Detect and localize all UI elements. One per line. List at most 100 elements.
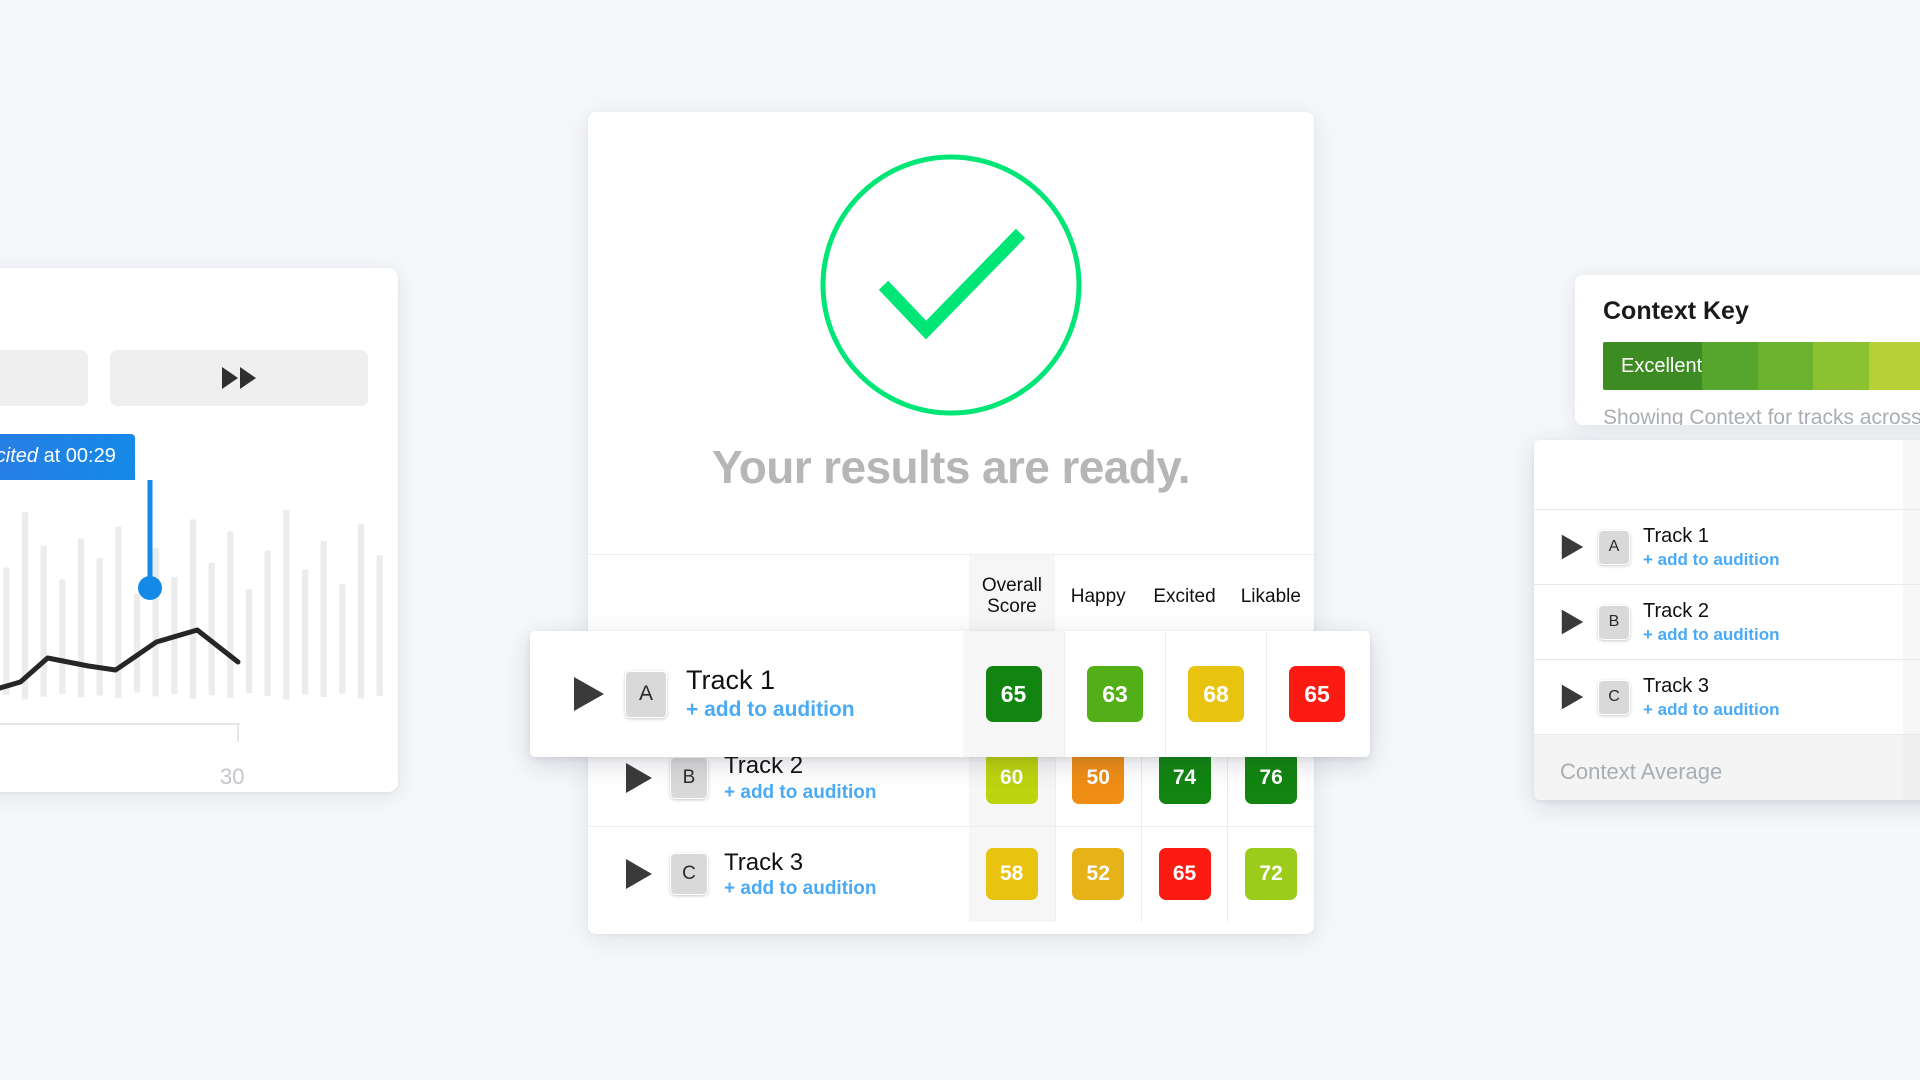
track-name: Track 3	[724, 848, 804, 876]
track-text: Track 1 + add to audition	[686, 665, 855, 722]
distribution-bar	[208, 562, 215, 696]
add-to-audition-link[interactable]: + add to audition	[1643, 625, 1779, 645]
score-badge: 72	[1245, 848, 1298, 901]
table-row[interactable]: C Track 3 + add to audition 58 52 65 72	[588, 826, 1314, 923]
context-table-body: A Track 1 + add to audition 65 63 B Trac…	[1534, 509, 1920, 800]
play-icon[interactable]	[572, 675, 606, 713]
score-badge: 58	[985, 848, 1038, 901]
add-to-audition-link[interactable]: + add to audition	[686, 698, 855, 722]
track-name: Track 2	[1643, 599, 1709, 622]
context-header-row: Overall Score Ha	[1534, 440, 1920, 510]
score-badge: 65	[1158, 848, 1211, 901]
distribution-bar	[320, 541, 327, 697]
track-cell: A Track 1 + add to audition	[530, 665, 855, 722]
col-excited: Excited	[1153, 585, 1216, 607]
score-badge: 65	[1289, 666, 1345, 722]
distribution-bar	[40, 545, 47, 697]
col-happy: Happy	[1070, 585, 1126, 607]
ctx-score-cell-overall: 60	[1902, 584, 1920, 660]
engagement-selected-point	[138, 576, 162, 600]
chart-tooltip: gagement for Excited at 00:29	[0, 434, 135, 480]
add-to-audition-link[interactable]: + add to audition	[724, 782, 877, 804]
results-table-head: Overall Score Happy Excited Likable	[588, 555, 1314, 635]
track-name-cell: A Track 1 + add to audition	[1534, 510, 1903, 585]
play-icon[interactable]	[1560, 608, 1585, 636]
highlighted-score-overall: 65	[963, 631, 1064, 757]
add-to-audition-link[interactable]: + add to audition	[1643, 550, 1779, 570]
highlighted-track-row[interactable]: A Track 1 + add to audition 65 63 68 65	[530, 631, 1370, 757]
add-to-audition-link[interactable]: + add to audition	[724, 878, 877, 900]
add-to-audition-link[interactable]: + add to audition	[1643, 700, 1779, 720]
engagement-plot[interactable]: 15 30	[0, 480, 383, 790]
track-letter-chip: C	[1598, 679, 1630, 715]
context-scale: Excellent	[1603, 342, 1920, 390]
track-cell: C Track 3 + add to audition	[588, 849, 969, 900]
col-likable: Likable	[1240, 585, 1301, 607]
track-name-cell: C Track 3 + add to audition	[588, 826, 969, 922]
distribution-bar	[3, 567, 10, 695]
context-scale-swatch	[1813, 342, 1869, 390]
highlighted-track-name-cell: A Track 1 + add to audition	[530, 631, 963, 757]
fast-forward-button[interactable]	[110, 350, 368, 406]
distribution-bar	[59, 579, 66, 694]
play-icon[interactable]	[1560, 683, 1585, 711]
track-text: Track 2 + add to audition	[1643, 600, 1779, 645]
ctx-col-overall-score: Overall Score	[1902, 440, 1920, 510]
table-row[interactable]: B Track 2 + add to audition 60 50	[1534, 584, 1920, 660]
track-letter-chip: A	[625, 670, 667, 718]
col-overall-line1: Overall	[981, 575, 1042, 596]
tooltip-suffix: at 00:29	[38, 445, 116, 467]
transport-controls	[0, 350, 368, 406]
score-badge: 74	[1158, 752, 1211, 805]
distribution-bar	[245, 589, 253, 693]
context-key-panel: Context Key Excellent Showing Context fo…	[1575, 275, 1920, 425]
score-badge: 60	[985, 752, 1038, 805]
score-cell-likable: 72	[1227, 826, 1314, 923]
play-icon[interactable]	[1560, 533, 1585, 561]
distribution-bar	[301, 569, 309, 695]
distribution-bar	[357, 524, 365, 699]
score-cell-excited: 65	[1140, 826, 1228, 923]
play-icon[interactable]	[624, 761, 654, 795]
distribution-bar	[152, 548, 159, 697]
track-letter-chip: C	[670, 853, 708, 896]
distribution-bar	[21, 512, 29, 700]
track-name: Track 1	[1643, 524, 1709, 547]
score-badge: 63	[1087, 666, 1143, 722]
track-text: Track 2 + add to audition	[724, 752, 877, 803]
score-badge: 52	[1072, 848, 1125, 901]
distribution-bar	[339, 584, 346, 694]
table-row[interactable]: A Track 1 + add to audition 65 63	[1534, 509, 1920, 585]
check-circle-icon	[816, 150, 1086, 420]
col-track	[588, 555, 969, 634]
tooltip-metric: Excited	[0, 445, 39, 467]
rewind-button[interactable]	[0, 350, 88, 406]
distribution-bar	[115, 526, 122, 699]
distribution-bar	[189, 519, 197, 699]
results-header-row: Overall Score Happy Excited Likable	[588, 555, 1314, 635]
distribution-bar	[133, 593, 141, 693]
ctx-avg-cell-overall: 60	[1902, 734, 1920, 800]
context-key-subtitle: Showing Context for tracks across your c…	[1603, 406, 1920, 425]
play-icon[interactable]	[624, 857, 654, 891]
table-row[interactable]: C Track 3 + add to audition 58 52	[1534, 659, 1920, 735]
track-cell: A Track 1 + add to audition	[1534, 525, 1903, 570]
track-letter-chip: B	[670, 757, 708, 800]
track-cell: C Track 3 + add to audition	[1534, 675, 1903, 720]
ctx-score-cell-overall: 58	[1902, 659, 1920, 735]
context-key-title: Context Key	[1603, 297, 1749, 325]
score-badge: 68	[1188, 666, 1244, 722]
track-text: Track 3 + add to audition	[724, 849, 877, 900]
ctx-col-track	[1534, 440, 1903, 510]
results-card: Your results are ready. Overall Score Ha…	[588, 112, 1314, 934]
track-cell: B Track 2 + add to audition	[588, 752, 969, 803]
track-cell: B Track 2 + add to audition	[1534, 600, 1903, 645]
track-name-cell: C Track 3 + add to audition	[1534, 660, 1903, 735]
track-name: Track 3	[1643, 674, 1709, 697]
context-table-card: Overall Score Ha A Track 1 + add to audi…	[1534, 440, 1920, 800]
track-name: Track 1	[686, 665, 776, 696]
app-root: nt gagement for E	[0, 0, 1920, 1080]
track-name-cell: B Track 2 + add to audition	[1534, 585, 1903, 660]
fast-forward-icon	[216, 364, 262, 392]
col-overall-score: Overall Score	[968, 555, 1056, 635]
